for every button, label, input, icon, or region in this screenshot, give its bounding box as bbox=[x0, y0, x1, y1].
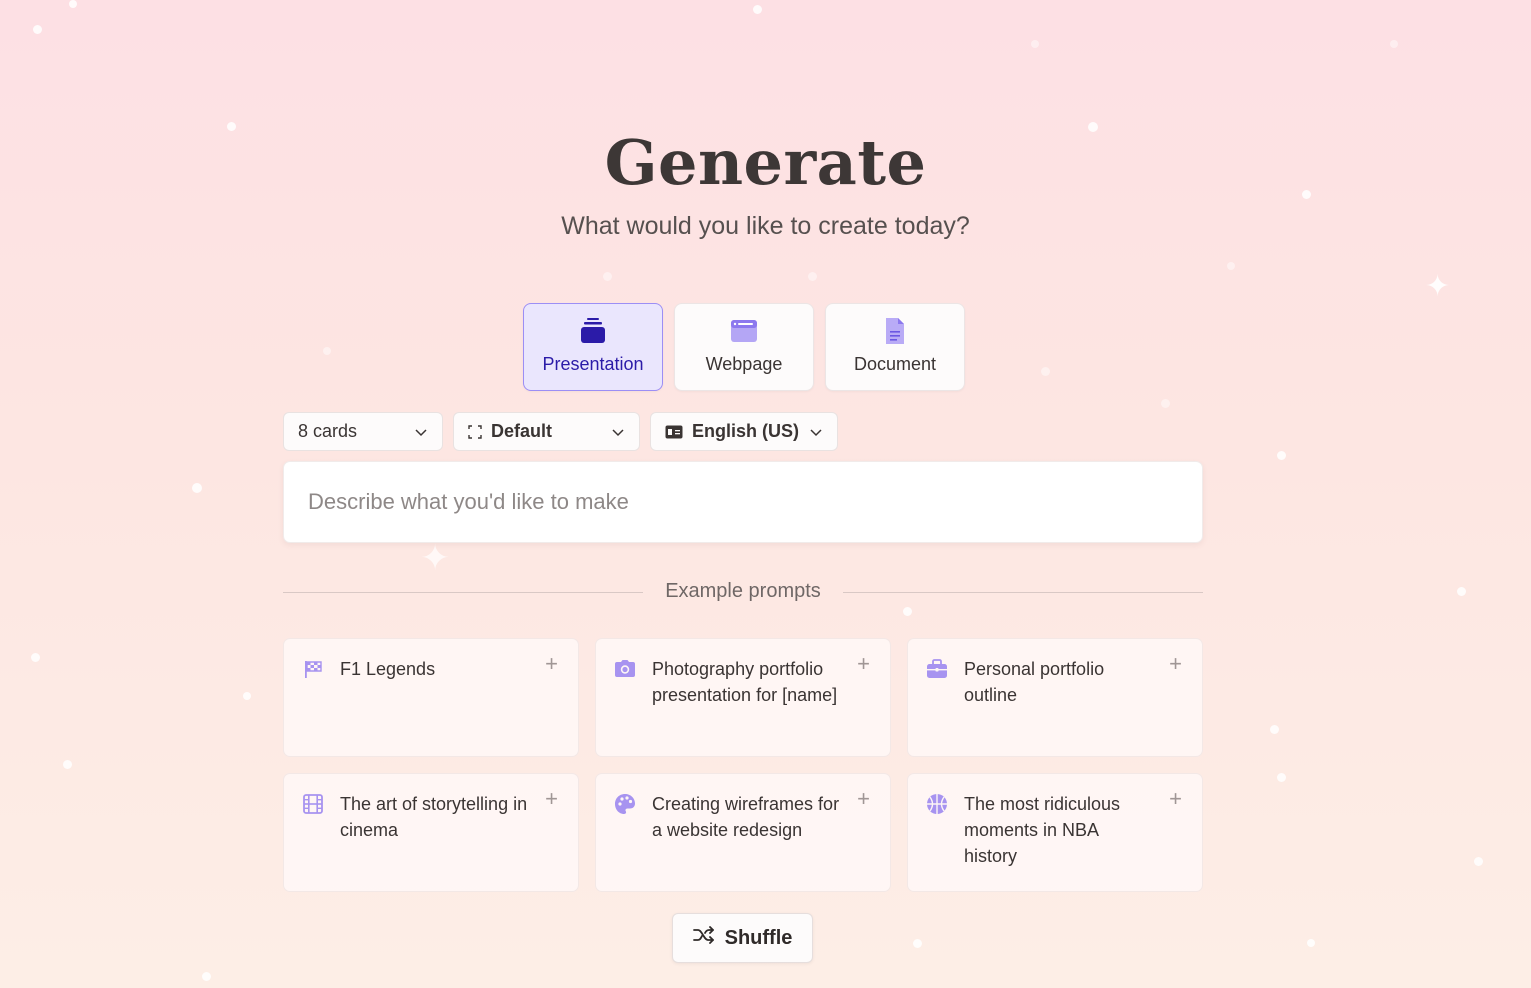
language-select[interactable]: English (US) bbox=[650, 412, 838, 451]
example-prompt-text: Personal portfolio outline bbox=[964, 659, 1105, 705]
add-icon[interactable]: + bbox=[857, 788, 870, 810]
example-prompts-divider: Example prompts bbox=[283, 580, 1203, 606]
page-title: Generate bbox=[604, 126, 927, 199]
chevron-down-icon bbox=[414, 425, 428, 439]
add-icon[interactable]: + bbox=[545, 653, 558, 675]
add-icon[interactable]: + bbox=[545, 788, 558, 810]
example-prompt-text: Photography portfolio presentation for [… bbox=[652, 659, 838, 705]
generation-options: 8 cards Default English (US) bbox=[283, 412, 838, 451]
document-icon bbox=[881, 316, 909, 346]
browser-window-icon bbox=[730, 316, 758, 346]
example-prompt-text: F1 Legends bbox=[340, 659, 436, 679]
type-webpage-button[interactable]: Webpage bbox=[674, 303, 814, 391]
checkered-flag-icon bbox=[302, 658, 324, 680]
add-icon[interactable]: + bbox=[857, 653, 870, 675]
example-prompt-card[interactable]: The art of storytelling in cinema + bbox=[283, 773, 579, 892]
example-prompt-card[interactable]: Creating wireframes for a website redesi… bbox=[595, 773, 891, 892]
prompt-box bbox=[283, 461, 1203, 543]
example-prompt-card[interactable]: The most ridiculous moments in NBA histo… bbox=[907, 773, 1203, 892]
add-icon[interactable]: + bbox=[1169, 653, 1182, 675]
example-prompt-text: The most ridiculous moments in NBA histo… bbox=[964, 794, 1121, 866]
example-prompt-text: Creating wireframes for a website redesi… bbox=[652, 794, 840, 840]
camera-icon bbox=[614, 658, 636, 680]
example-prompt-card[interactable]: F1 Legends + bbox=[283, 638, 579, 757]
example-prompts-grid: F1 Legends + Photography portfolio prese… bbox=[283, 638, 1203, 892]
shuffle-label: Shuffle bbox=[724, 926, 793, 949]
type-presentation-label: Presentation bbox=[542, 354, 644, 374]
stack-icon bbox=[579, 316, 607, 346]
chevron-down-icon bbox=[611, 425, 625, 439]
add-icon[interactable]: + bbox=[1169, 788, 1182, 810]
type-presentation-button[interactable]: Presentation bbox=[523, 303, 663, 391]
type-document-button[interactable]: Document bbox=[825, 303, 965, 391]
format-value: Default bbox=[491, 421, 553, 441]
divider-line-right bbox=[843, 592, 1203, 593]
page-subtitle: What would you like to create today? bbox=[561, 212, 970, 240]
prompt-input[interactable] bbox=[284, 462, 1202, 542]
format-select[interactable]: Default bbox=[453, 412, 640, 451]
language-value: English (US) bbox=[692, 421, 799, 441]
language-icon bbox=[665, 425, 683, 439]
example-prompt-card[interactable]: Photography portfolio presentation for [… bbox=[595, 638, 891, 757]
expand-icon bbox=[468, 424, 482, 439]
briefcase-icon bbox=[926, 658, 948, 680]
type-document-label: Document bbox=[853, 354, 937, 374]
shuffle-button[interactable]: Shuffle bbox=[672, 913, 813, 963]
content-type-selector: Presentation Webpage Document bbox=[523, 303, 965, 391]
palette-icon bbox=[614, 793, 636, 815]
chevron-down-icon bbox=[809, 425, 823, 439]
basketball-icon bbox=[926, 793, 948, 815]
shuffle-icon bbox=[692, 926, 715, 950]
example-prompt-text: The art of storytelling in cinema bbox=[340, 794, 528, 840]
card-count-value: 8 cards bbox=[298, 421, 358, 441]
type-webpage-label: Webpage bbox=[705, 354, 783, 374]
card-count-select[interactable]: 8 cards bbox=[283, 412, 443, 451]
example-prompt-card[interactable]: Personal portfolio outline + bbox=[907, 638, 1203, 757]
film-icon bbox=[302, 793, 324, 815]
